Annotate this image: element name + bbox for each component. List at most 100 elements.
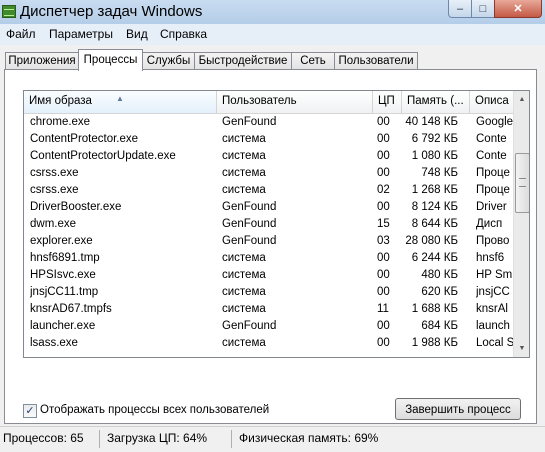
sort-ascending-icon: ▲	[116, 94, 124, 103]
process-memory: 1 080 КБ	[411, 150, 458, 162]
tab-performance[interactable]: Быстродействие	[194, 52, 292, 70]
task-manager-icon	[2, 5, 16, 18]
process-user: система	[222, 184, 266, 196]
table-row[interactable]: csrss.exe система 02 1 268 КБ Проце	[24, 182, 513, 199]
tab-applications[interactable]: Приложения	[5, 52, 79, 70]
process-memory: 1 268 КБ	[411, 184, 458, 196]
process-memory: 620 КБ	[421, 286, 458, 298]
table-row[interactable]: chrome.exe GenFound 00 40 148 КБ Google	[24, 114, 513, 131]
process-cpu: 00	[377, 337, 390, 349]
tab-network[interactable]: Сеть	[291, 52, 335, 70]
show-all-processes-checkbox[interactable]: ✓	[23, 404, 37, 418]
maximize-button[interactable]: □	[471, 0, 495, 18]
process-cpu: 00	[377, 150, 390, 162]
table-row[interactable]: ContentProtector.exe система 00 6 792 КБ Con…	[24, 131, 513, 148]
process-cpu: 00	[377, 286, 390, 298]
show-all-processes-label: Отображать процессы всех пользователей	[40, 404, 270, 416]
tab-services[interactable]: Службы	[142, 52, 195, 70]
process-description: Driver	[476, 201, 507, 213]
process-memory: 8 644 КБ	[411, 218, 458, 230]
process-name: ContentProtectorUpdate.exe	[30, 150, 176, 162]
menu-bar: Файл Параметры Вид Справка	[0, 24, 545, 45]
process-memory: 8 124 КБ	[411, 201, 458, 213]
process-memory: 6 792 КБ	[411, 133, 458, 145]
scroll-up-icon[interactable]: ▲	[514, 91, 529, 108]
column-description[interactable]: Описа	[470, 91, 513, 113]
processes-panel: Имя образа ▲ Пользователь ЦП Память (...…	[4, 69, 537, 424]
table-row[interactable]: HPSIsvc.exe система 00 480 КБ HP Sm	[24, 267, 513, 284]
menu-options[interactable]: Параметры	[49, 27, 113, 41]
process-name: hnsf6891.tmp	[30, 252, 100, 264]
status-divider	[99, 430, 100, 448]
process-name: knsrAD67.tmpfs	[30, 303, 112, 315]
table-row[interactable]: hnsf6891.tmp система 00 6 244 КБ hnsf6	[24, 250, 513, 267]
table-row[interactable]: launcher.exe GenFound 00 684 КБ launch	[24, 318, 513, 335]
table-row[interactable]: DriverBooster.exe GenFound 00 8 124 КБ Drive…	[24, 199, 513, 216]
process-user: GenFound	[222, 218, 277, 230]
main-area: Приложения Процессы Службы Быстродействи…	[0, 45, 545, 426]
process-user: GenFound	[222, 235, 277, 247]
table-row[interactable]: knsrAD67.tmpfs система 11 1 688 КБ knsrAl	[24, 301, 513, 318]
scroll-thumb[interactable]	[515, 153, 529, 213]
process-description: hnsf6	[476, 252, 505, 264]
table-row[interactable]: csrss.exe система 00 748 КБ Проце	[24, 165, 513, 182]
list-header: Имя образа ▲ Пользователь ЦП Память (...…	[24, 91, 513, 114]
column-memory[interactable]: Память (...	[402, 91, 470, 113]
table-row[interactable]: explorer.exe GenFound 03 28 080 КБ Прово	[24, 233, 513, 250]
menu-help[interactable]: Справка	[160, 27, 207, 41]
process-user: система	[222, 150, 266, 162]
menu-file[interactable]: Файл	[6, 27, 36, 41]
process-user: GenFound	[222, 201, 277, 213]
process-user: система	[222, 286, 266, 298]
process-name: chrome.exe	[30, 116, 91, 128]
process-cpu: 02	[377, 184, 390, 196]
process-description: Прово	[476, 235, 510, 247]
process-memory: 40 148 КБ	[405, 116, 458, 128]
tab-processes[interactable]: Процессы	[78, 49, 143, 71]
table-row[interactable]: lsass.exe система 00 1 988 КБ Local S	[24, 335, 513, 352]
table-row[interactable]: dwm.exe GenFound 15 8 644 КБ Дисп	[24, 216, 513, 233]
process-user: система	[222, 337, 266, 349]
process-memory: 6 244 КБ	[411, 252, 458, 264]
window-title: Диспетчер задач Windows	[20, 3, 203, 20]
process-description: Google	[476, 116, 513, 128]
process-memory: 684 КБ	[421, 320, 458, 332]
menu-view[interactable]: Вид	[126, 27, 148, 41]
process-memory: 28 080 КБ	[405, 235, 458, 247]
end-process-button[interactable]: Завершить процесс	[395, 398, 521, 420]
process-cpu: 15	[377, 218, 390, 230]
process-description: jnsjCC	[476, 286, 510, 298]
column-user[interactable]: Пользователь	[217, 91, 373, 113]
process-user: GenFound	[222, 320, 277, 332]
process-memory: 480 КБ	[421, 269, 458, 281]
process-name: DriverBooster.exe	[30, 201, 122, 213]
process-description: knsrAl	[476, 303, 508, 315]
process-description: Проце	[476, 167, 510, 179]
close-button[interactable]: ✕	[494, 0, 542, 18]
process-description: launch	[476, 320, 510, 332]
process-list[interactable]: Имя образа ▲ Пользователь ЦП Память (...…	[23, 90, 530, 358]
process-cpu: 00	[377, 167, 390, 179]
tab-users[interactable]: Пользователи	[334, 52, 418, 70]
table-row[interactable]: jnsjCC11.tmp система 00 620 КБ jnsjCC	[24, 284, 513, 301]
process-cpu: 03	[377, 235, 390, 247]
process-description: HP Sm	[476, 269, 513, 281]
column-cpu[interactable]: ЦП	[373, 91, 402, 113]
process-description: Conte	[476, 133, 507, 145]
table-row[interactable]: ContentProtectorUpdate.exe система 00 1 080…	[24, 148, 513, 165]
status-process-count: Процессов: 65	[3, 431, 84, 445]
scroll-down-icon[interactable]: ▼	[514, 340, 529, 357]
minimize-button[interactable]: ‒	[448, 0, 472, 18]
column-image-name[interactable]: Имя образа ▲	[24, 91, 217, 113]
process-cpu: 00	[377, 269, 390, 281]
process-cpu: 11	[377, 303, 389, 315]
process-description: Дисп	[476, 218, 503, 230]
vertical-scrollbar[interactable]: ▲ ▼	[513, 91, 529, 357]
status-physical-memory: Физическая память: 69%	[239, 431, 379, 445]
process-name: lsass.exe	[30, 337, 78, 349]
process-user: система	[222, 303, 266, 315]
process-user: система	[222, 252, 266, 264]
process-name: dwm.exe	[30, 218, 77, 230]
process-name: launcher.exe	[30, 320, 96, 332]
status-bar: Процессов: 65 Загрузка ЦП: 64% Физическа…	[0, 426, 545, 452]
